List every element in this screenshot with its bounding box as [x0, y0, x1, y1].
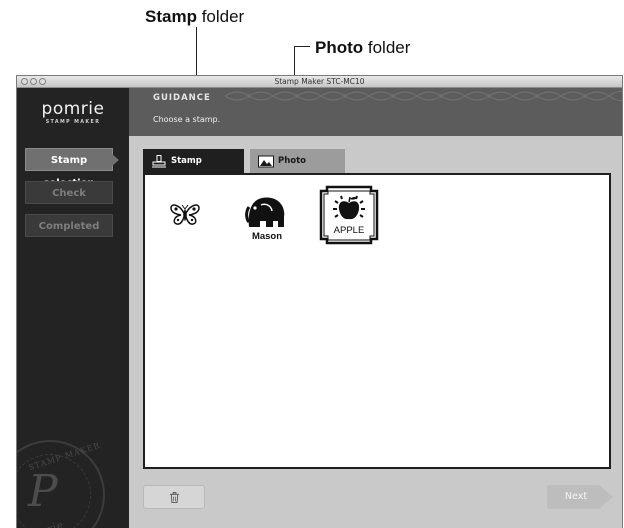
- title-bar: Stamp Maker STC-MC10: [17, 76, 622, 88]
- window-title: Stamp Maker STC-MC10: [274, 77, 365, 86]
- elephant-stamp[interactable]: Mason: [245, 195, 289, 243]
- photo-icon: [258, 155, 274, 168]
- guidance-title: GUIDANCE: [153, 93, 211, 103]
- step-check[interactable]: Check: [25, 181, 113, 204]
- tab-stamp[interactable]: Stamp: [143, 149, 244, 173]
- decorative-pattern: [225, 90, 622, 102]
- app-logo-subtitle: STAMP MAKER: [45, 120, 101, 125]
- stamp-icon: [152, 155, 166, 168]
- butterfly-stamp[interactable]: [169, 203, 201, 227]
- guidance-banner: GUIDANCE Choose a stamp.: [129, 88, 622, 136]
- trash-icon: [169, 492, 180, 503]
- tab-photo-label: Photo: [278, 156, 307, 166]
- stamp-callout-rest: folder: [196, 7, 245, 26]
- stamp-panel: Mason APPLE: [143, 173, 611, 469]
- next-button[interactable]: Next: [547, 485, 613, 509]
- apple-stamp[interactable]: APPLE: [317, 185, 381, 245]
- tab-photo[interactable]: Photo: [250, 149, 345, 173]
- app-logo: pomrie: [41, 99, 105, 119]
- apple-icon: [333, 195, 365, 220]
- stamp-callout-bold: Stamp: [145, 7, 197, 26]
- step-completed[interactable]: Completed: [25, 214, 113, 237]
- elephant-icon: [245, 197, 285, 227]
- main-content: Stamp Photo Mason APPLE Next: [129, 136, 622, 528]
- sidebar: pomrie STAMP MAKER Stamp selection Check…: [17, 88, 129, 528]
- elephant-stamp-text: Mason: [251, 231, 283, 242]
- guidance-text: Choose a stamp.: [153, 115, 221, 124]
- photo-callout-bold: Photo: [315, 38, 364, 57]
- stamp-folder-callout: Stamp folder: [145, 7, 244, 27]
- step-stamp-selection[interactable]: Stamp selection: [25, 148, 119, 189]
- seal-logo: STAMP MAKER P Pomrie: [17, 440, 105, 528]
- apple-stamp-text: APPLE: [333, 225, 365, 236]
- photo-callout-rest: folder: [363, 38, 411, 57]
- next-button-label: Next: [564, 491, 588, 502]
- app-window: Stamp Maker STC-MC10 pomrie STAMP MAKER …: [16, 75, 623, 528]
- delete-button[interactable]: [143, 485, 205, 509]
- photo-folder-callout: Photo folder: [315, 38, 410, 58]
- tab-stamp-label: Stamp: [171, 156, 202, 166]
- seal-monogram: P: [28, 466, 58, 517]
- photo-callout-line-h: [294, 46, 310, 47]
